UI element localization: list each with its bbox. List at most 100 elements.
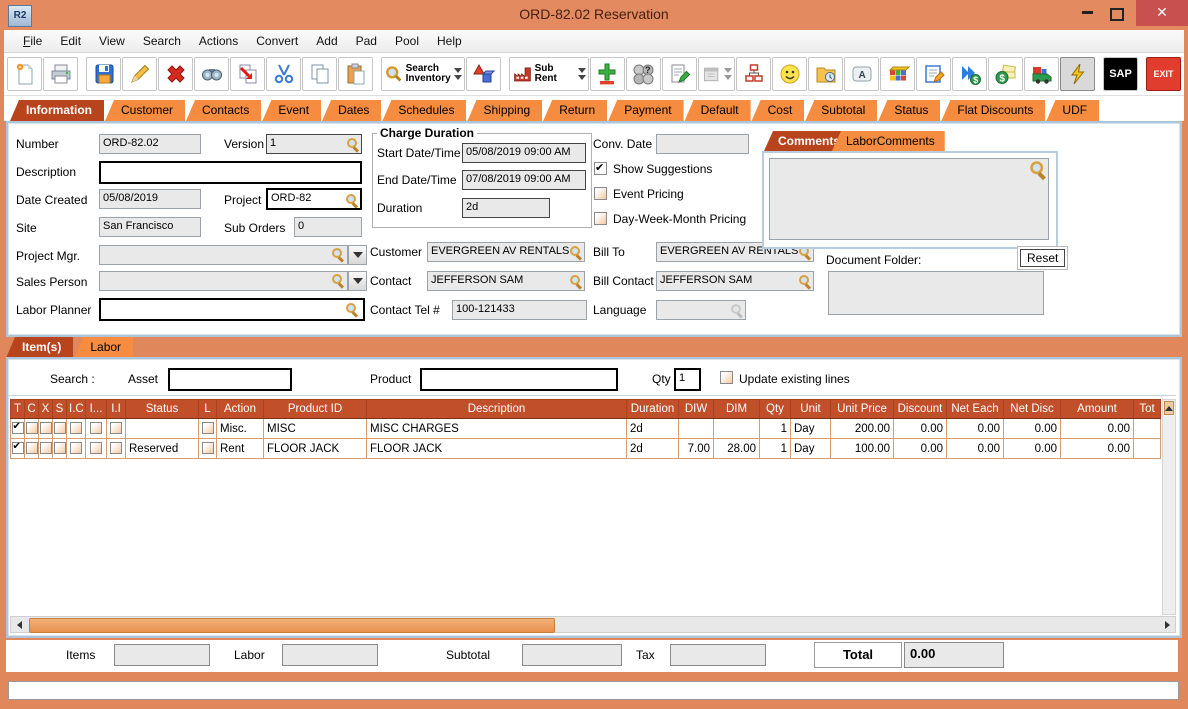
cell-product-id[interactable]: FLOOR JACK — [264, 439, 367, 459]
version-search-icon[interactable] — [347, 138, 359, 150]
cell-net-each[interactable]: 0.00 — [947, 419, 1004, 439]
ii-checkbox[interactable] — [110, 442, 122, 454]
col-tot[interactable]: Tot — [1134, 400, 1161, 419]
x-checkbox[interactable] — [40, 422, 52, 434]
tab-labor-comments[interactable]: LaborComments — [832, 131, 945, 151]
cell-net-each[interactable]: 0.00 — [947, 439, 1004, 459]
show-suggestions-checkbox[interactable] — [594, 162, 607, 175]
tab-return[interactable]: Return — [543, 100, 607, 121]
cell-description[interactable]: FLOOR JACK — [367, 439, 627, 459]
menu-pad[interactable]: Pad — [347, 31, 386, 51]
document-folder-field[interactable] — [828, 271, 1044, 315]
day-week-month-pricing-checkbox[interactable] — [594, 212, 607, 225]
scroll-up-icon[interactable] — [1164, 401, 1174, 415]
dropdown-arrows-icon[interactable] — [454, 68, 462, 80]
money-transfer-button[interactable]: $ — [952, 57, 987, 91]
col-unit[interactable]: Unit — [791, 400, 831, 419]
cell-net-disc[interactable]: 0.00 — [1004, 439, 1061, 459]
scrollbar-thumb[interactable] — [29, 618, 555, 633]
col-l[interactable]: L — [199, 400, 217, 419]
project-mgr-search-icon[interactable] — [332, 248, 344, 260]
menu-file[interactable]: File — [14, 31, 51, 51]
sap-button[interactable]: SAP — [1103, 57, 1138, 91]
col-ii[interactable]: I.I — [107, 400, 126, 419]
close-button[interactable]: ✕ — [1136, 0, 1188, 26]
tab-labor[interactable]: Labor — [74, 337, 133, 358]
t-checkbox[interactable] — [12, 442, 24, 454]
site-field[interactable]: San Francisco — [99, 217, 201, 237]
scroll-left-icon[interactable] — [12, 619, 26, 631]
product-input[interactable] — [420, 368, 618, 391]
copy-to-order-button[interactable] — [230, 57, 265, 91]
cell-status[interactable] — [126, 419, 199, 439]
print-button[interactable] — [43, 57, 78, 91]
contact-search-icon[interactable] — [570, 275, 582, 287]
cell-description[interactable]: MISC CHARGES — [367, 419, 627, 439]
bill-contact-search-icon[interactable] — [799, 275, 811, 287]
col-product-id[interactable]: Product ID — [264, 400, 367, 419]
cell-product-id[interactable]: MISC — [264, 419, 367, 439]
sales-person-field[interactable] — [99, 271, 348, 291]
col-c[interactable]: C — [25, 400, 39, 419]
exit-button[interactable]: EXIT — [1146, 57, 1181, 91]
col-status[interactable]: Status — [126, 400, 199, 419]
project-field[interactable]: ORD-82 — [266, 188, 362, 210]
col-description[interactable]: Description — [367, 400, 627, 419]
cell-unit-price[interactable]: 100.00 — [831, 439, 894, 459]
sub-rent-button[interactable]: Sub Rent — [509, 57, 589, 91]
tab-contacts[interactable]: Contacts — [186, 100, 261, 121]
delivery-truck-button[interactable] — [1024, 57, 1059, 91]
tab-shipping[interactable]: Shipping — [467, 100, 542, 121]
vertical-scrollbar[interactable] — [1162, 399, 1176, 615]
labor-planner-search-icon[interactable] — [346, 303, 358, 315]
paste-button[interactable] — [338, 57, 373, 91]
customer-field[interactable]: EVERGREEN AV RENTALS — [427, 242, 585, 262]
document-folder-button[interactable] — [808, 57, 843, 91]
menu-edit[interactable]: Edit — [51, 31, 90, 51]
comments-textarea[interactable] — [769, 158, 1049, 240]
money-notes-button[interactable]: $ — [988, 57, 1023, 91]
i1-checkbox[interactable] — [90, 442, 102, 454]
inventory-cube-button[interactable] — [880, 57, 915, 91]
cell-qty[interactable]: 1 — [760, 419, 791, 439]
col-net-disc[interactable]: Net Disc — [1004, 400, 1061, 419]
menu-actions[interactable]: Actions — [190, 31, 247, 51]
cell-duration[interactable]: 2d — [627, 439, 679, 459]
menu-convert[interactable]: Convert — [247, 31, 307, 51]
search-inventory-button[interactable]: Search Inventory — [381, 57, 465, 91]
col-x[interactable]: X — [39, 400, 53, 419]
sub-orders-field[interactable]: 0 — [294, 217, 362, 237]
tab-information[interactable]: Information — [10, 100, 104, 121]
tab-event[interactable]: Event — [262, 100, 321, 121]
start-datetime-field[interactable]: 05/08/2019 09:00 AM — [462, 143, 586, 163]
dropdown-arrows-icon[interactable] — [724, 68, 732, 80]
customer-search-icon[interactable] — [570, 246, 582, 258]
cell-amount[interactable]: 0.00 — [1061, 439, 1134, 459]
menu-pool[interactable]: Pool — [386, 31, 428, 51]
tab-cost[interactable]: Cost — [752, 100, 805, 121]
l-checkbox[interactable] — [202, 422, 214, 434]
number-field[interactable]: ORD-82.02 — [99, 134, 201, 154]
horizontal-scrollbar[interactable] — [10, 616, 1176, 633]
minimize-button[interactable] — [1072, 0, 1102, 26]
i1-checkbox[interactable] — [90, 422, 102, 434]
col-dim[interactable]: DIM — [714, 400, 760, 419]
cell-unit-price[interactable]: 200.00 — [831, 419, 894, 439]
tab-udf[interactable]: UDF — [1046, 100, 1099, 121]
asset-input[interactable] — [168, 368, 292, 391]
cell-unit[interactable]: Day — [791, 439, 831, 459]
cell-tot[interactable] — [1134, 439, 1161, 459]
tab-default[interactable]: Default — [685, 100, 751, 121]
ii-checkbox[interactable] — [110, 422, 122, 434]
menu-add[interactable]: Add — [307, 31, 346, 51]
end-datetime-field[interactable]: 07/08/2019 09:00 AM — [462, 170, 586, 190]
tab-schedules[interactable]: Schedules — [382, 100, 466, 121]
ic-checkbox[interactable] — [70, 442, 82, 454]
event-pricing-checkbox[interactable] — [594, 187, 607, 200]
table-row[interactable]: Misc. MISC MISC CHARGES 2d 1 Day 200.00 … — [11, 419, 1161, 439]
org-chart-button[interactable] — [736, 57, 771, 91]
tab-customer[interactable]: Customer — [105, 100, 185, 121]
cell-unit[interactable]: Day — [791, 419, 831, 439]
c-checkbox[interactable] — [26, 442, 38, 454]
cell-action[interactable]: Rent — [217, 439, 264, 459]
